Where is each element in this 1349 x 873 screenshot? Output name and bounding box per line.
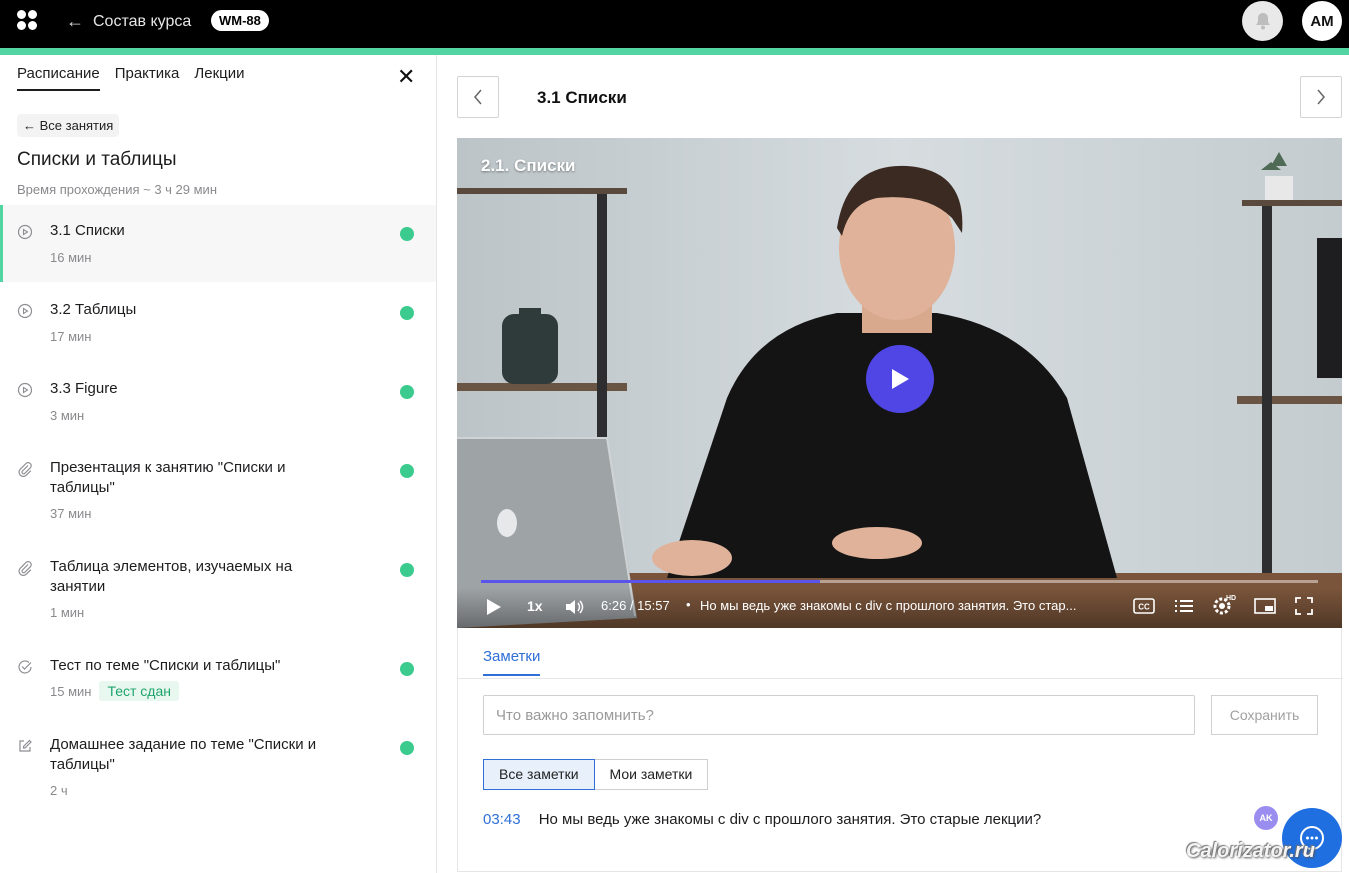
lesson-title: Таблица элементов, изучаемых на занятии	[50, 558, 293, 595]
lesson-duration: 2 ч	[50, 783, 68, 798]
svg-text:CC: CC	[1138, 603, 1150, 612]
lesson-item[interactable]: Таблица элементов, изучаемых на занятии …	[0, 541, 436, 638]
lesson-item[interactable]: 3.1 Списки 16 мин	[0, 205, 436, 282]
note-input[interactable]	[483, 695, 1195, 735]
video-caption: Но мы ведь уже знакомы с div с прошлого …	[700, 598, 1077, 613]
fullscreen-icon[interactable]	[1295, 597, 1313, 615]
user-avatar[interactable]: AM	[1302, 1, 1342, 41]
lesson-heading: 3.1 Списки	[537, 88, 627, 107]
completed-dot	[400, 306, 414, 320]
close-icon: ✕	[397, 64, 416, 89]
completed-dot	[400, 385, 414, 399]
next-lesson-button[interactable]	[1300, 76, 1342, 118]
lesson-duration: 37 мин	[50, 506, 92, 521]
tab-schedule[interactable]: Расписание	[17, 65, 100, 91]
arrow-left-icon: ←	[66, 11, 84, 31]
paperclip-icon	[18, 561, 32, 576]
save-note-button[interactable]: Сохранить	[1211, 695, 1318, 735]
completed-dot	[400, 227, 414, 241]
lesson-item[interactable]: 3.2 Таблицы 17 мин	[0, 284, 436, 361]
play-circle-icon	[17, 224, 33, 240]
lesson-item[interactable]: Презентация к занятию "Списки и таблицы"…	[0, 442, 436, 539]
filter-my-notes[interactable]: Мои заметки	[594, 759, 709, 790]
completed-dot	[400, 464, 414, 478]
play-button[interactable]	[866, 345, 934, 413]
lesson-meta: 15 мин Тест сдан	[50, 681, 179, 701]
volume-icon[interactable]	[564, 597, 584, 617]
back-to-course-link[interactable]: ← Состав курса	[66, 11, 191, 32]
prev-lesson-button[interactable]	[457, 76, 499, 118]
video-player[interactable]: 2.1. Списки 1x 6:26 / 15:57 • Но мы ведь…	[457, 138, 1342, 628]
notes-filter: Все заметки Мои заметки	[483, 759, 709, 790]
edit-icon	[19, 739, 32, 752]
chevron-left-icon	[474, 89, 482, 105]
lesson-item[interactable]: 3.3 Figure 3 мин	[0, 363, 436, 440]
top-bar: ← Состав курса WM-88 AM	[0, 0, 1349, 48]
play-small-icon[interactable]	[485, 597, 503, 617]
course-code-badge: WM-88	[211, 10, 269, 31]
lesson-title: 3.3 Figure	[50, 380, 118, 397]
lesson-duration: 16 мин	[50, 250, 92, 265]
tab-lectures[interactable]: Лекции	[194, 65, 244, 91]
video-controls: 1x 6:26 / 15:57 • Но мы ведь уже знакомы…	[457, 588, 1342, 628]
video-title: 2.1. Списки	[481, 156, 576, 175]
sidebar: Расписание Практика Лекции ✕ ← Все занят…	[0, 55, 437, 873]
lesson-item[interactable]: Домашнее задание по теме "Списки и табли…	[0, 719, 436, 816]
lesson-title: 3.2 Таблицы	[50, 301, 137, 318]
lesson-duration: 15 мин	[50, 683, 92, 699]
logo-icon[interactable]	[17, 10, 37, 30]
tab-notes[interactable]: Заметки	[483, 648, 541, 676]
lesson-title: Тест по теме "Списки и таблицы"	[50, 657, 281, 674]
filter-all-notes[interactable]: Все заметки	[483, 759, 595, 790]
total-duration: Время прохождения ~ 3 ч 29 мин	[17, 182, 217, 197]
video-progress-fill	[481, 580, 820, 583]
lesson-title: Презентация к занятию "Списки и таблицы"	[50, 459, 286, 496]
completed-dot	[400, 563, 414, 577]
lesson-title: 3.1 Списки	[50, 222, 125, 239]
divider	[458, 678, 1343, 679]
play-circle-icon	[17, 382, 33, 398]
video-time: 6:26 / 15:57	[601, 598, 670, 613]
play-circle-icon	[17, 303, 33, 319]
tab-practice[interactable]: Практика	[115, 65, 180, 91]
check-circle-icon	[18, 660, 32, 674]
note-item: 03:43 Но мы ведь уже знакомы с div с про…	[483, 811, 1283, 828]
video-progress-bar[interactable]	[481, 580, 1318, 583]
chevron-right-icon	[1317, 89, 1325, 105]
svg-text:HD: HD	[1226, 595, 1236, 602]
note-timestamp-link[interactable]: 03:43	[483, 811, 521, 828]
lesson-duration: 1 мин	[50, 605, 85, 620]
watermark-text: Calorizator.ru	[1186, 840, 1315, 862]
note-text: Но мы ведь уже знакомы с div с прошлого …	[538, 811, 1042, 828]
back-link-label: Состав курса	[93, 12, 192, 30]
separator-dot: •	[686, 597, 691, 612]
lesson-duration: 17 мин	[50, 329, 92, 344]
paperclip-icon	[18, 462, 32, 477]
chapters-list-icon[interactable]	[1174, 598, 1194, 614]
accent-stripe	[0, 48, 1349, 55]
note-author-avatar: AK	[1254, 806, 1278, 830]
sidebar-tabs: Расписание Практика Лекции	[17, 65, 245, 91]
notifications-button[interactable]	[1242, 1, 1283, 41]
play-icon	[892, 369, 909, 389]
lesson-title: Домашнее задание по теме "Списки и табли…	[50, 736, 317, 773]
settings-hd-icon[interactable]: HD	[1211, 593, 1237, 617]
bell-icon	[1255, 13, 1270, 30]
all-lessons-button[interactable]: ← Все занятия	[17, 114, 120, 137]
close-sidebar-button[interactable]: ✕	[397, 64, 416, 89]
picture-in-picture-icon[interactable]	[1254, 598, 1276, 614]
section-title: Списки и таблицы	[17, 149, 177, 170]
playback-speed-button[interactable]: 1x	[527, 598, 543, 614]
captions-icon[interactable]: CC	[1133, 598, 1155, 614]
test-passed-badge: Тест сдан	[99, 681, 179, 701]
lesson-item[interactable]: Тест по теме "Списки и таблицы" 15 мин Т…	[0, 640, 436, 717]
notes-panel: Заметки Сохранить Все заметки Мои заметк…	[457, 628, 1343, 872]
all-lessons-label: Все занятия	[39, 118, 114, 133]
completed-dot	[400, 741, 414, 755]
completed-dot	[400, 662, 414, 676]
lesson-duration: 3 мин	[50, 408, 85, 423]
